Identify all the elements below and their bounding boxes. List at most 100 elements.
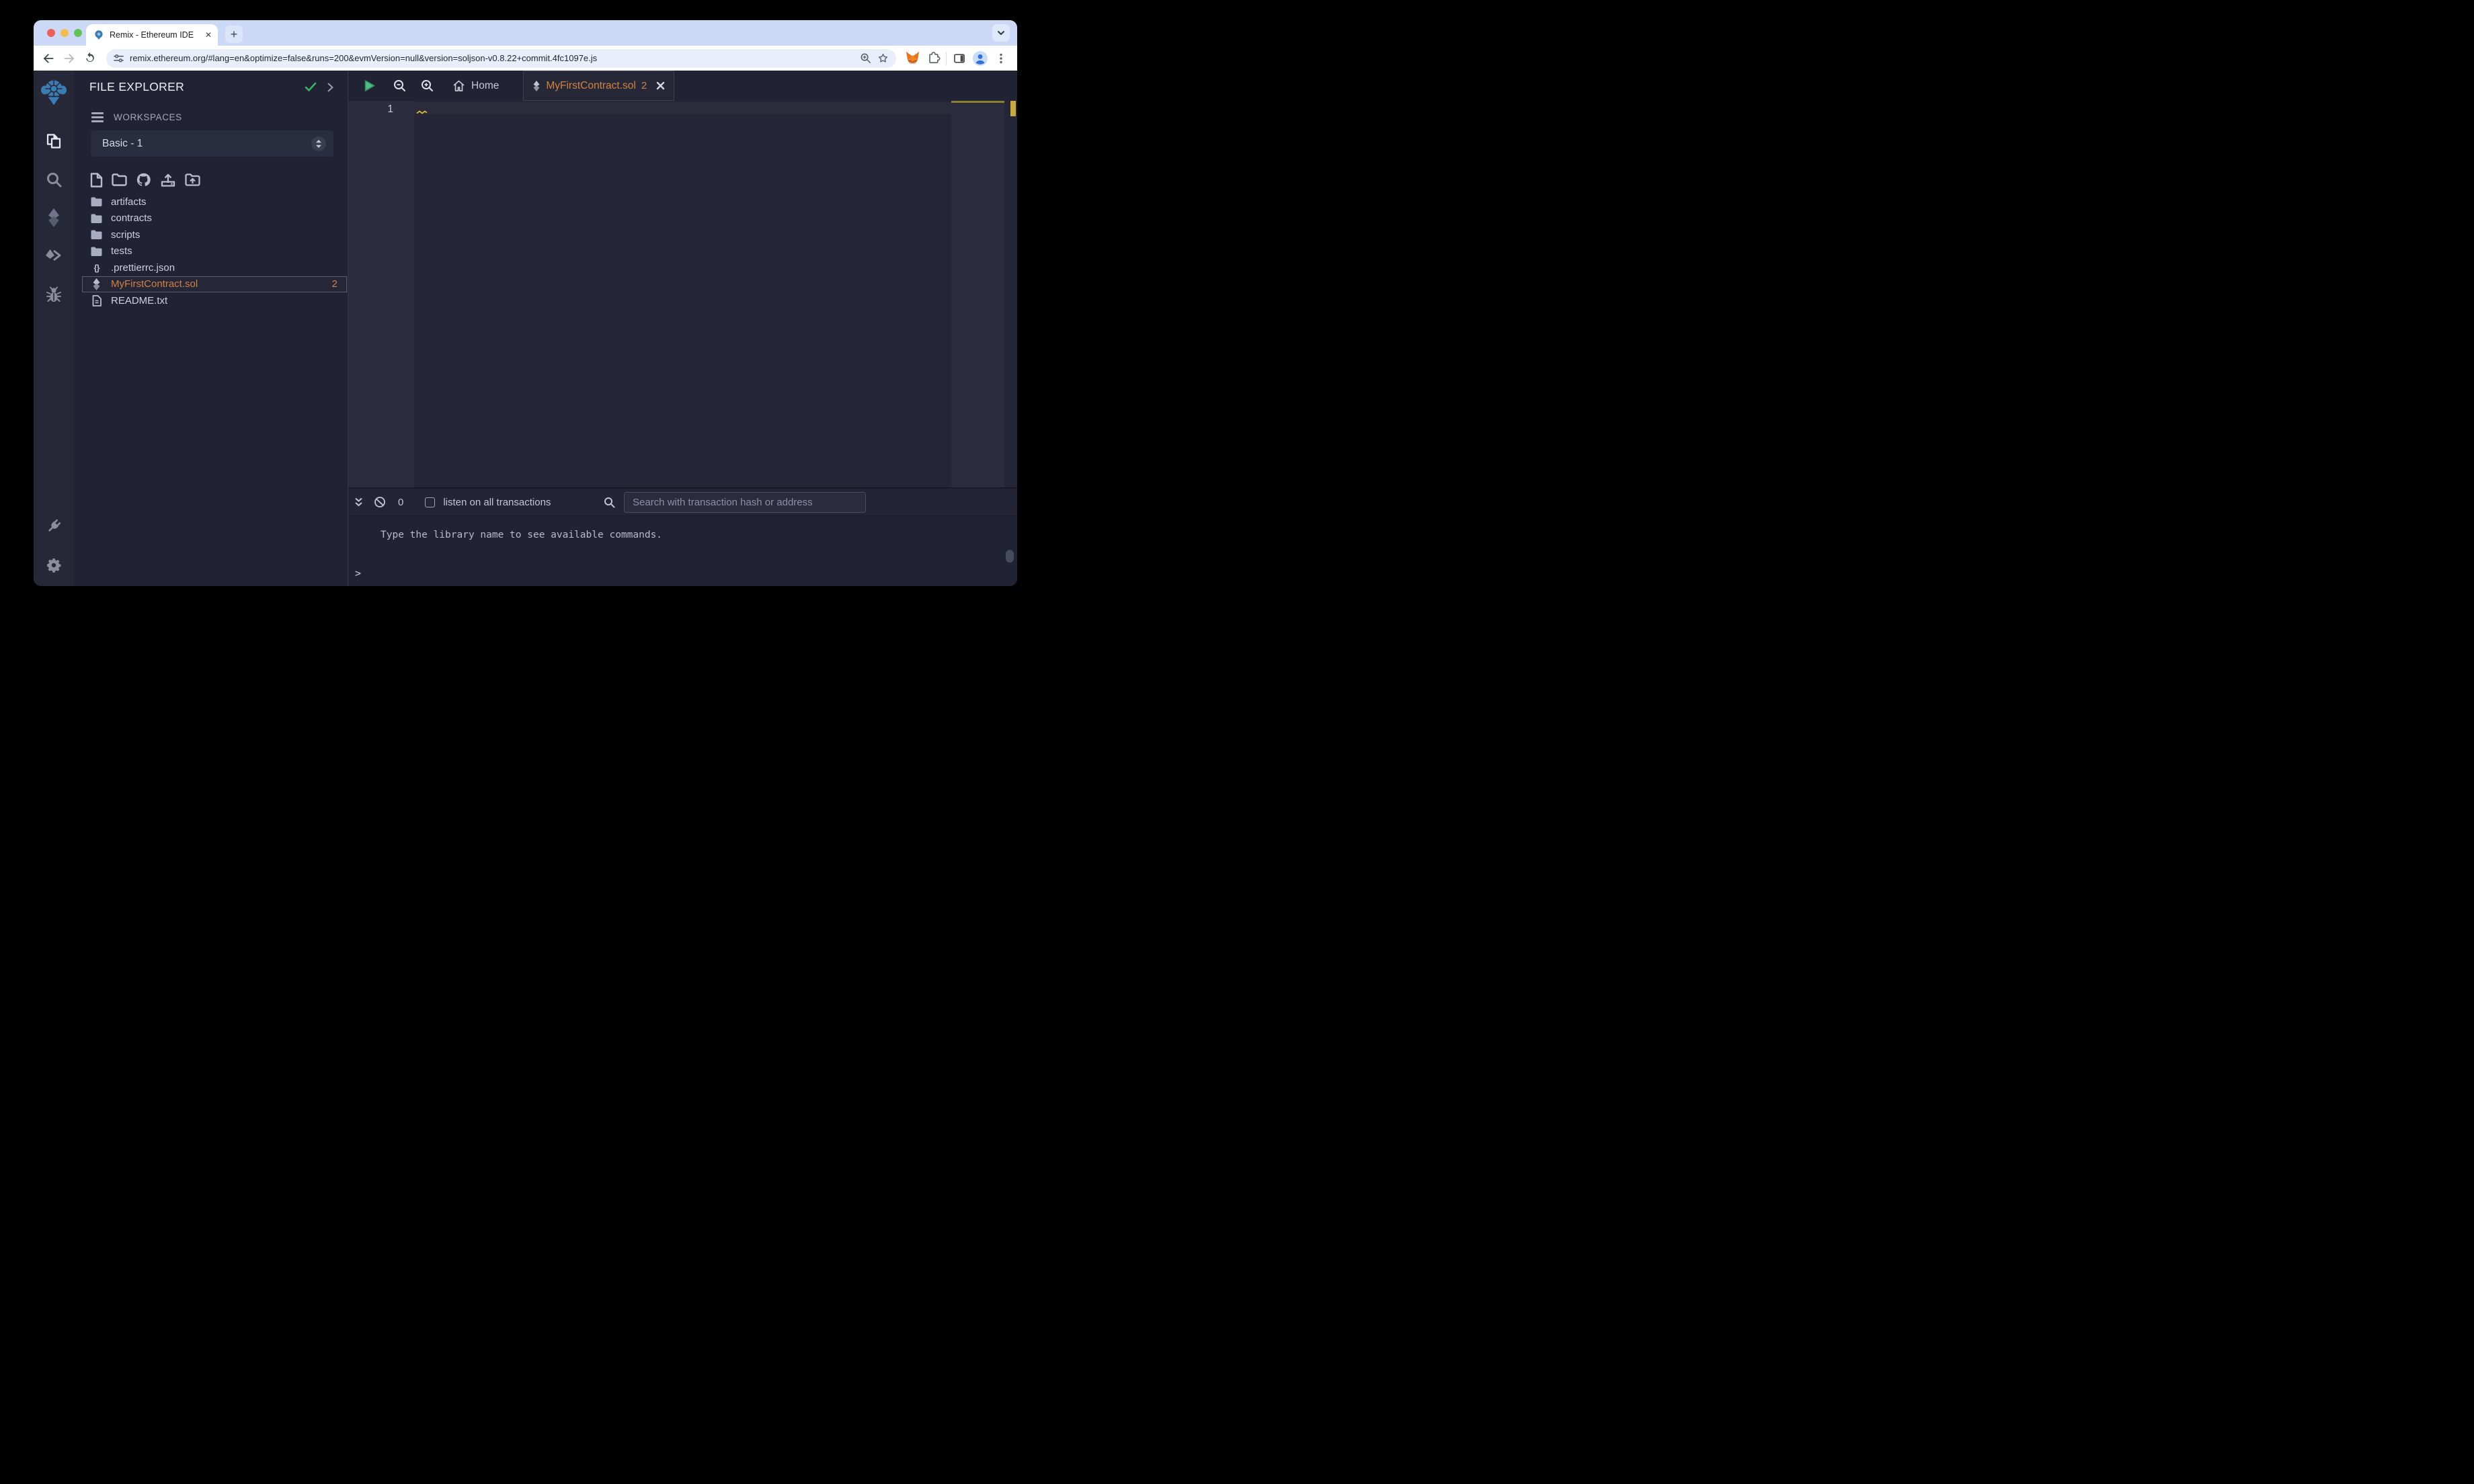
terminal-toolbar: 0 listen on all transactions: [348, 489, 1017, 516]
tree-row-file[interactable]: {} .prettierrc.json: [82, 259, 347, 276]
bookmark-star-icon[interactable]: [877, 52, 889, 65]
tree-row-file[interactable]: README.txt: [82, 292, 347, 309]
tab-myfirstcontract[interactable]: MyFirstContract.sol 2: [523, 71, 675, 101]
side-panel-icon[interactable]: [951, 50, 967, 67]
settings-gear-icon[interactable]: [45, 556, 63, 574]
tree-row-file-selected[interactable]: MyFirstContract.sol 2: [82, 276, 347, 292]
github-clone-icon[interactable]: [136, 172, 151, 188]
file-label: artifacts: [111, 196, 147, 208]
tree-row-folder[interactable]: artifacts: [82, 194, 347, 210]
overview-warning-marker: [1010, 101, 1016, 116]
warning-squiggle-icon: [416, 110, 428, 114]
code-editor: 1: [348, 101, 1017, 489]
site-settings-icon[interactable]: [113, 52, 124, 64]
tree-row-folder[interactable]: scripts: [82, 226, 347, 243]
browser-menu-dots-icon[interactable]: [993, 50, 1009, 67]
zoom-in-icon[interactable]: [421, 79, 434, 92]
close-tab-icon[interactable]: [656, 81, 665, 90]
remix-favicon-icon: [93, 30, 104, 40]
search-icon[interactable]: [45, 171, 63, 188]
home-icon: [452, 79, 465, 92]
upload-file-icon[interactable]: [160, 173, 176, 188]
new-tab-button[interactable]: +: [225, 26, 243, 43]
back-button[interactable]: [40, 50, 56, 67]
browser-window: Remix - Ethereum IDE ✕ + remix.ethereum.…: [34, 20, 1017, 586]
macos-traffic-lights: [47, 29, 82, 37]
solidity-file-icon: [532, 80, 541, 91]
collapse-chevron-icon[interactable]: [327, 82, 334, 93]
terminal-message: Type the library name to see available c…: [381, 530, 663, 540]
close-tab-icon[interactable]: ✕: [205, 31, 212, 39]
editor-code-area[interactable]: [414, 101, 951, 487]
collapse-terminal-icon[interactable]: [354, 497, 364, 507]
overview-ruler: [1010, 101, 1017, 487]
workspace-name: Basic - 1: [102, 137, 143, 149]
problem-count-badge: 2: [331, 278, 337, 290]
upload-folder-icon[interactable]: [185, 173, 200, 186]
new-folder-icon[interactable]: [112, 173, 127, 186]
listen-transactions-label: listen on all transactions: [443, 496, 551, 508]
plugin-manager-icon[interactable]: [45, 518, 63, 535]
home-tab-label: Home: [471, 79, 500, 91]
editor-minimap[interactable]: [951, 101, 1004, 487]
terminal-scrollbar-thumb[interactable]: [1006, 550, 1014, 563]
fullscreen-window-button[interactable]: [74, 29, 82, 37]
file-explorer-icon[interactable]: [45, 132, 63, 150]
extensions-puzzle-icon[interactable]: [925, 50, 941, 67]
tree-row-folder[interactable]: contracts: [82, 210, 347, 227]
solidity-compiler-icon[interactable]: [45, 208, 63, 227]
active-line-highlight: [414, 102, 951, 114]
deploy-and-run-icon[interactable]: [45, 247, 63, 265]
editor-column: Home MyFirstContract.sol 2 1 0 listen on…: [348, 71, 1017, 586]
editor-gutter: 1: [348, 101, 414, 487]
toolbar-divider: [946, 51, 947, 65]
listen-transactions-checkbox[interactable]: [425, 497, 436, 507]
debugger-bug-icon[interactable]: [45, 286, 63, 303]
terminal-log[interactable]: Type the library name to see available c…: [348, 516, 1017, 586]
minimize-window-button[interactable]: [61, 29, 69, 37]
new-file-icon[interactable]: [90, 172, 103, 188]
profile-avatar[interactable]: [972, 50, 988, 67]
editor-tab-bar: Home MyFirstContract.sol 2: [348, 71, 1017, 101]
terminal-panel: 0 listen on all transactions Type the li…: [348, 489, 1017, 586]
editor-scrollbar[interactable]: [1004, 101, 1010, 487]
terminal-prompt[interactable]: >: [355, 567, 361, 579]
url-text: remix.ethereum.org/#lang=en&optimize=fal…: [130, 53, 598, 63]
zoom-page-icon[interactable]: [860, 52, 871, 64]
remix-app: FILE EXPLORER WORKSPACES Basic - 1 artif…: [34, 71, 1017, 586]
text-file-icon: [91, 294, 102, 306]
minimap-warning-bar: [951, 101, 1004, 103]
folder-icon: [91, 230, 102, 240]
browser-tab[interactable]: Remix - Ethereum IDE ✕: [86, 24, 218, 46]
check-icon[interactable]: [305, 82, 317, 92]
clear-console-icon[interactable]: [374, 496, 386, 508]
active-tab-label: MyFirstContract.sol: [546, 79, 636, 91]
forward-button[interactable]: [61, 50, 77, 67]
pending-tx-count: 0: [398, 496, 404, 508]
file-label: tests: [111, 245, 132, 257]
active-tab-badge: 2: [641, 80, 647, 91]
close-window-button[interactable]: [47, 29, 55, 37]
file-explorer-panel: FILE EXPLORER WORKSPACES Basic - 1 artif…: [74, 71, 348, 586]
tab-search-chevron-icon[interactable]: [992, 24, 1010, 42]
folder-icon: [91, 214, 102, 223]
workspaces-menu-icon[interactable]: [91, 112, 104, 122]
run-script-play-icon[interactable]: [364, 79, 376, 92]
remix-logo-icon[interactable]: [40, 79, 67, 108]
reload-button[interactable]: [82, 50, 98, 67]
workspace-select[interactable]: Basic - 1: [91, 130, 333, 157]
json-icon: {}: [93, 262, 99, 273]
tab-home[interactable]: Home: [452, 79, 499, 92]
solidity-file-icon: [91, 278, 102, 290]
zoom-out-icon[interactable]: [393, 79, 406, 92]
file-label: README.txt: [111, 294, 168, 306]
workspaces-label: WORKSPACES: [114, 112, 182, 122]
tree-row-folder[interactable]: tests: [82, 243, 347, 260]
file-label: .prettierrc.json: [111, 261, 175, 274]
transaction-search-input[interactable]: [624, 491, 866, 513]
address-bar[interactable]: remix.ethereum.org/#lang=en&optimize=fal…: [106, 48, 896, 68]
browser-tab-title: Remix - Ethereum IDE: [110, 30, 194, 40]
remix-icon-rail: [34, 71, 74, 586]
metamask-extension-icon[interactable]: [904, 50, 920, 67]
terminal-search-icon: [604, 497, 615, 508]
